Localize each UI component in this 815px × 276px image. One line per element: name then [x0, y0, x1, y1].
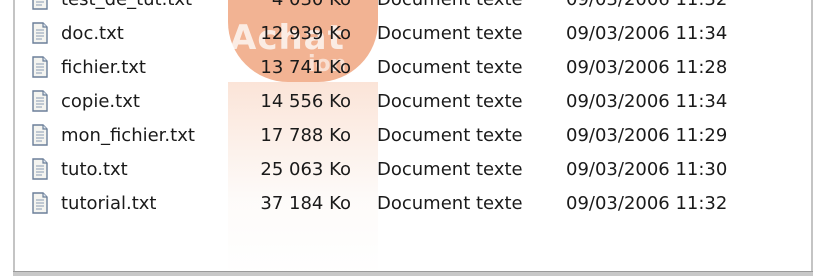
window-left-border [13, 0, 15, 274]
file-size: 37 184 Ko [260, 193, 351, 214]
text-file-icon [31, 56, 49, 78]
file-row[interactable]: tuto.txt 25 063 Ko Document texte 09/03/200… [13, 153, 803, 187]
file-row[interactable]: mon_fichier.txt 17 788 Ko Document texte 09… [13, 119, 803, 153]
file-size: 13 741 Ko [260, 57, 351, 78]
text-file-icon [31, 158, 49, 180]
file-name[interactable]: tuto.txt [61, 160, 128, 180]
text-file-icon [31, 22, 49, 44]
file-modified: 09/03/2006 11:32 [566, 0, 727, 10]
file-size: 4 030 Ko [255, 0, 351, 10]
file-row[interactable]: doc.txt 12 939 Ko Document texte 09/03/2006… [13, 17, 803, 51]
file-name[interactable]: fichier.txt [61, 58, 146, 78]
file-modified: 09/03/2006 11:34 [566, 23, 728, 44]
file-type: Document texte [377, 23, 523, 44]
file-type: Document texte [377, 159, 523, 180]
file-list: test_de_tut.txt 4 030 Ko Document texte 09/… [13, 0, 803, 221]
file-row[interactable]: tutorial.txt 37 184 Ko Document texte 09/03… [13, 187, 803, 221]
file-modified: 09/03/2006 11:32 [566, 193, 728, 214]
file-size: 25 063 Ko [260, 159, 351, 180]
text-file-icon [31, 192, 49, 214]
file-type: Document texte [377, 0, 523, 10]
file-type: Document texte [377, 91, 523, 112]
file-name[interactable]: tutorial.txt [61, 194, 156, 214]
file-type: Document texte [377, 125, 523, 146]
file-row[interactable]: copie.txt 14 556 Ko Document texte 09/03/20… [13, 85, 803, 119]
text-file-icon [31, 124, 49, 146]
text-file-icon [31, 0, 49, 10]
window-bottom-border [13, 271, 813, 276]
file-size: 17 788 Ko [260, 125, 351, 146]
file-name[interactable]: mon_fichier.txt [61, 126, 195, 146]
file-list-window: Achation test_de_tut.txt4 030 KoDocument… [13, 0, 813, 276]
file-size: 14 556 Ko [260, 91, 351, 112]
file-row[interactable]: fichier.txt 13 741 Ko Document texte 09/03/… [13, 51, 803, 85]
file-modified: 09/03/2006 11:34 [566, 91, 728, 112]
file-modified: 09/03/2006 11:28 [566, 57, 728, 78]
file-row[interactable]: test_de_tut.txt 4 030 Ko Document texte 09/… [13, 0, 803, 17]
text-file-icon [31, 90, 49, 112]
file-name[interactable]: copie.txt [61, 92, 140, 112]
window-right-border [811, 0, 813, 274]
file-name[interactable]: doc.txt [61, 24, 124, 44]
file-name[interactable]: test_de_tut.txt [61, 0, 192, 10]
file-type: Document texte [377, 57, 523, 78]
file-size: 12 939 Ko [260, 23, 351, 44]
file-type: Document texte [377, 193, 523, 214]
file-modified: 09/03/2006 11:30 [566, 159, 728, 180]
file-modified: 09/03/2006 11:29 [566, 125, 728, 146]
